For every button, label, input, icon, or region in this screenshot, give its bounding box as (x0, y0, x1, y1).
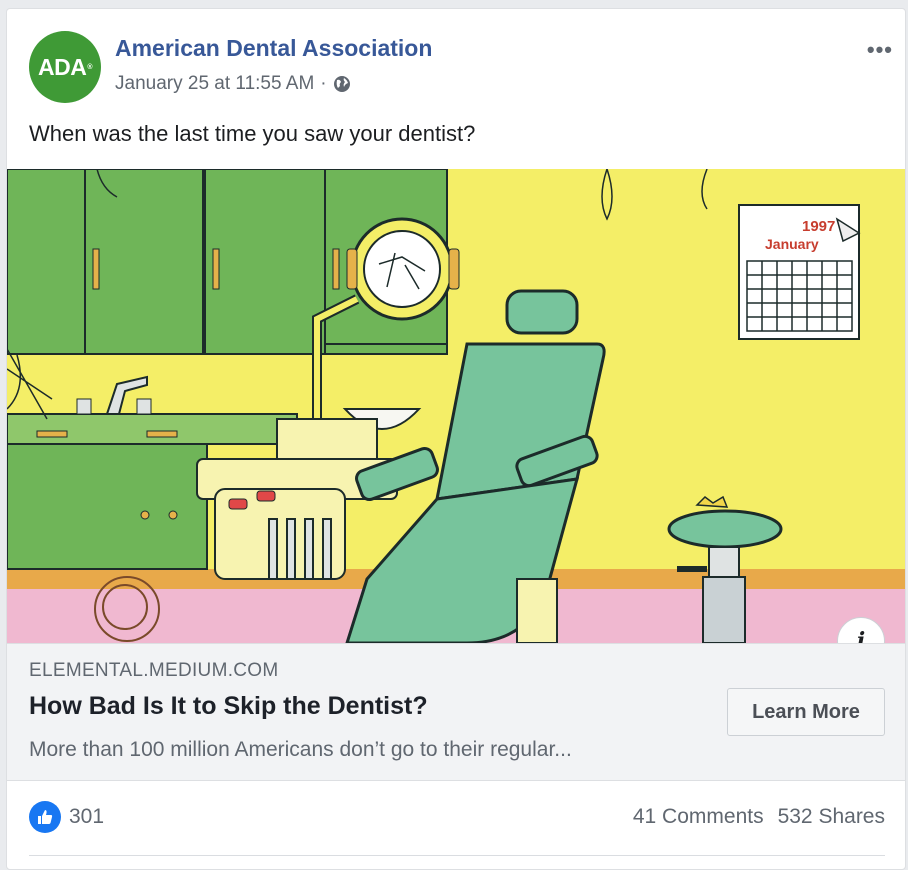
avatar[interactable]: ADA ® (29, 31, 101, 103)
dental-office-illustration: 1997 January (7, 169, 905, 643)
link-domain: ELEMENTAL.MEDIUM.COM (29, 660, 279, 681)
link-preview[interactable]: ELEMENTAL.MEDIUM.COM How Bad Is It to Sk… (7, 643, 905, 781)
post-text: When was the last time you saw your dent… (29, 121, 476, 146)
post-card: ADA ® American Dental Association January… (6, 8, 906, 870)
divider (29, 855, 885, 856)
reactions-summary[interactable]: 301 (29, 801, 104, 833)
link-title[interactable]: How Bad Is It to Skip the Dentist? (29, 692, 428, 721)
learn-more-button[interactable]: Learn More (727, 688, 885, 736)
avatar-registered-mark: ® (87, 63, 92, 71)
shares-count-link[interactable]: 532 Shares (778, 805, 885, 829)
post-meta: January 25 at 11:55 AM · (115, 73, 351, 95)
calendar-year: 1997 (802, 218, 835, 235)
page-name-link[interactable]: American Dental Association (115, 35, 432, 62)
link-preview-image[interactable]: 1997 January (7, 169, 905, 643)
link-description: More than 100 million Americans don’t go… (29, 738, 572, 761)
calendar-month: January (765, 236, 819, 252)
meta-separator: · (320, 73, 327, 94)
like-reaction-icon (29, 801, 61, 833)
engagement-counts: 41 Comments 532 Shares (633, 805, 885, 829)
comments-count-link[interactable]: 41 Comments (633, 805, 764, 829)
globe-icon (333, 76, 350, 92)
avatar-text: ADA (37, 53, 87, 80)
timestamp-link[interactable]: January 25 at 11:55 AM (115, 73, 314, 95)
thumbs-up-icon (38, 810, 53, 824)
like-count: 301 (69, 805, 105, 828)
more-options-icon[interactable]: ••• (867, 37, 893, 63)
